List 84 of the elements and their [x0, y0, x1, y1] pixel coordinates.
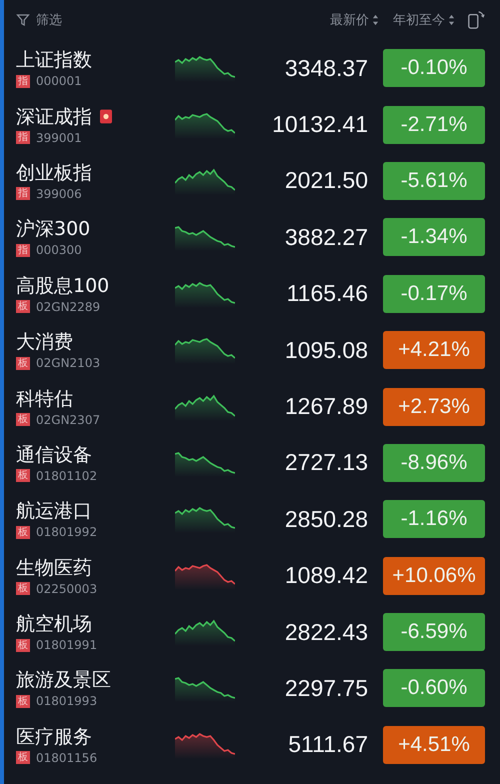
latest-price: 3882.27 — [284, 224, 368, 251]
sort-icon[interactable] — [372, 14, 379, 26]
sparkline — [175, 166, 235, 195]
sparkline — [175, 110, 235, 139]
index-name: 深证成指 — [16, 104, 92, 129]
index-name: 科特估 — [16, 386, 73, 411]
latest-price: 2822.43 — [284, 618, 368, 646]
sparkline — [175, 674, 235, 702]
change-badge: +4.51% — [383, 726, 485, 764]
change-badge: -0.17% — [383, 274, 485, 313]
type-tag: 板 — [16, 638, 30, 652]
latest-price: 1095.08 — [284, 336, 368, 364]
stock-code: 01801993 — [36, 694, 98, 708]
stock-code: 01801992 — [36, 525, 98, 540]
type-tag: 板 — [16, 469, 30, 482]
change-badge: -6.59% — [383, 613, 485, 652]
change-badge: +2.73% — [383, 388, 485, 426]
index-name: 医疗服务 — [16, 724, 92, 749]
latest-price: 5111.67 — [287, 731, 368, 758]
filter-icon[interactable] — [16, 13, 30, 27]
type-tag: 板 — [16, 300, 30, 314]
type-tag: 板 — [16, 751, 30, 764]
change-badge: -0.10% — [383, 49, 485, 88]
type-tag: 指 — [16, 187, 30, 200]
index-name: 通信设备 — [16, 442, 92, 467]
index-name: 高股息100 — [16, 274, 110, 298]
change-badge: +4.21% — [383, 331, 485, 370]
stock-code: 000001 — [36, 74, 82, 88]
sparkline — [175, 336, 235, 364]
change-badge: -1.16% — [383, 500, 485, 538]
index-name: 旅游及景区 — [16, 668, 111, 692]
index-name: 航运港口 — [16, 499, 92, 524]
change-badge: +10.06% — [383, 556, 485, 595]
latest-price: 2297.75 — [284, 674, 368, 702]
change-badge: -1.34% — [383, 218, 485, 256]
index-name: 上证指数 — [16, 48, 92, 72]
sparkline — [175, 223, 235, 252]
stock-code: 01801991 — [36, 638, 98, 652]
index-name: 沪深300 — [16, 217, 90, 242]
sparkline — [175, 280, 235, 308]
latest-price: 2727.13 — [284, 449, 368, 476]
stock-code: 399001 — [36, 130, 82, 145]
sparkline — [175, 562, 235, 590]
type-tag: 板 — [16, 582, 30, 596]
change-badge: -2.71% — [383, 106, 485, 144]
stock-code: 01801156 — [36, 750, 98, 765]
column-header[interactable]: 最新价 — [330, 11, 369, 29]
latest-price: 1165.46 — [286, 280, 368, 308]
index-name: 大消费 — [16, 330, 73, 354]
change-badge: -0.60% — [383, 669, 485, 708]
stock-code: 000300 — [36, 243, 82, 258]
stock-code: 01801102 — [36, 468, 98, 483]
type-tag: 指 — [16, 131, 30, 144]
latest-price: 10132.41 — [271, 111, 368, 138]
latest-price: 3348.37 — [284, 54, 368, 82]
index-name: 创业板指 — [16, 160, 92, 185]
stock-code: 399006 — [36, 186, 82, 201]
sparkline — [175, 54, 235, 82]
stock-code: 02GN2103 — [36, 356, 100, 370]
column-header[interactable]: 年初至今 — [393, 11, 445, 29]
type-tag: 指 — [16, 244, 30, 257]
change-badge: -5.61% — [383, 162, 485, 200]
change-badge: -8.96% — [383, 444, 485, 482]
type-tag: 板 — [16, 356, 30, 370]
latest-price: 1267.89 — [284, 393, 368, 420]
type-tag: 指 — [16, 74, 30, 88]
type-tag: 板 — [16, 526, 30, 539]
index-name: 生物医药 — [16, 556, 92, 580]
type-tag: 板 — [16, 413, 30, 426]
stock-code: 02GN2307 — [36, 412, 100, 427]
sparkline — [175, 392, 235, 421]
type-tag: 板 — [16, 694, 30, 708]
sparkline — [175, 505, 235, 534]
rotate-screen-icon[interactable] — [467, 10, 485, 30]
sparkline — [175, 618, 235, 646]
stock-code: 02250003 — [36, 582, 98, 596]
filter-label[interactable]: 筛选 — [36, 11, 62, 29]
stock-code: 02GN2289 — [36, 300, 100, 314]
latest-price: 2850.28 — [284, 506, 368, 533]
sparkline — [175, 730, 235, 759]
sort-icon[interactable] — [448, 14, 455, 26]
latest-price: 1089.42 — [284, 562, 368, 590]
index-name: 航空机场 — [16, 612, 92, 636]
latest-price: 2021.50 — [284, 167, 368, 194]
